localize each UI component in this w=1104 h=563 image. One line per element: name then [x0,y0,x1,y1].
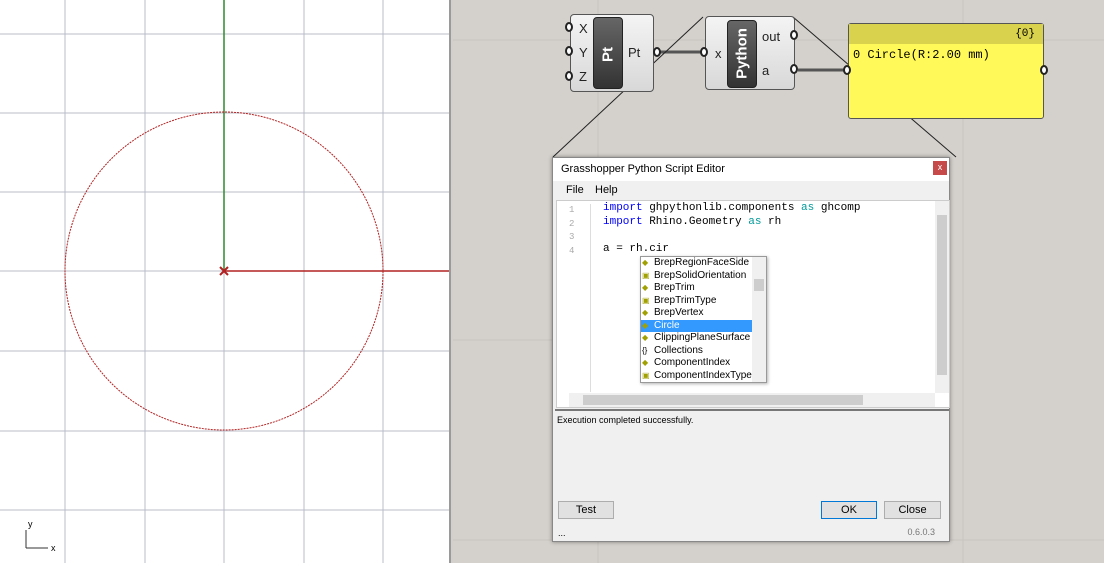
port-panel-in[interactable] [843,65,851,75]
code-line: import ghpythonlib.components as ghcomp [603,202,861,214]
autocomplete-item[interactable]: ▣ BrepSolidOrientation [641,270,753,283]
test-button[interactable]: Test [558,501,614,519]
enum-icon: ▣ [642,295,650,305]
namespace-icon: {} [642,345,648,355]
autocomplete-item[interactable]: ▣ ComponentIndexType [641,370,753,383]
panel-value: Circle(R:2.00 mm) [867,48,990,62]
axis-label-y: y [28,519,33,529]
python-caption: Python [727,20,757,88]
autocomplete-label: BrepTrimType [654,294,717,306]
class-icon: ◆ [642,283,649,292]
code-line: a = rh.cir [603,242,670,255]
horizontal-scrollbar[interactable] [569,393,935,407]
port-y[interactable] [565,46,573,56]
class-icon: ◆ [642,358,649,367]
autocomplete-item[interactable]: ◆ BrepVertex [641,307,753,320]
autocomplete-label: ComponentIndexType [654,369,752,381]
port-out[interactable] [790,30,798,40]
class-icon: ◆ [642,258,649,267]
output-out: out [762,29,781,44]
autocomplete-item[interactable]: ◆ Circle [641,319,753,332]
panel-component[interactable]: {0} 0 Circle(R:2.00 mm) [848,23,1044,119]
autocomplete-scrollbar[interactable] [752,257,766,382]
menu-bar: File Help [553,181,949,199]
python-component[interactable]: x Python out a [705,16,795,90]
line-numbers: 1234 [569,204,591,392]
code-line: import Rhino.Geometry as rh [603,215,782,228]
output-text: Execution completed successfully. [557,415,694,425]
autocomplete-item[interactable]: ◆ BrepRegionFaceSide [641,257,753,270]
enum-icon: ▣ [642,370,650,380]
enum-icon: ▣ [642,270,650,280]
autocomplete-item[interactable]: ◆ BrepTrim [641,282,753,295]
port-x[interactable] [700,47,708,57]
menu-file[interactable]: File [566,184,584,196]
title-bar: Grasshopper Python Script Editor x [553,158,949,181]
input-z: Z [579,69,587,84]
autocomplete-item[interactable]: {} Collections [641,345,753,358]
window-title: Grasshopper Python Script Editor [561,163,725,175]
autocomplete-label: BrepSolidOrientation [654,269,747,281]
autocomplete-item[interactable]: ◆ ClippingPlaneSurface [641,332,753,345]
port-panel-out[interactable] [1040,65,1048,75]
autocomplete-item[interactable]: ▣ BrepTrimType [641,295,753,308]
close-button[interactable]: Close [884,501,941,519]
autocomplete-label: BrepVertex [654,307,704,318]
port-a[interactable] [790,64,798,74]
code-text: import ghpythonlib.components as ghcomp … [603,202,860,256]
panel-index: 0 [853,48,861,62]
input-x: X [579,21,588,36]
rhino-viewport[interactable]: y x [0,0,451,563]
vertical-scrollbar[interactable] [935,201,949,393]
menu-help[interactable]: Help [595,184,618,196]
autocomplete-label: Collections [654,344,703,356]
autocomplete-label: BrepTrim [654,282,695,293]
autocomplete-label: Circle [654,319,680,331]
autocomplete-label: ClippingPlaneSurface [654,332,751,343]
output-pt: Pt [628,45,641,60]
autocomplete-label: ComponentIndex [654,357,731,368]
class-icon: ◆ [642,308,649,317]
output-pane: Execution completed successfully. [555,409,949,491]
axis-label-x: x [51,543,56,553]
autocomplete-list[interactable]: ◆ BrepRegionFaceSide ▣ BrepSolidOrientation… [640,256,767,383]
input-x: x [715,46,722,61]
close-icon[interactable]: x [933,161,947,175]
input-y: Y [579,45,588,60]
ok-button[interactable]: OK [821,501,877,519]
panel-path: {0} [849,24,1043,44]
version-label: 0.6.0.3 [907,527,935,537]
code-editor[interactable]: 1234 import ghpythonlib.components as gh… [556,200,950,408]
python-script-editor: Grasshopper Python Script Editor x File … [552,157,950,542]
viewport-grid [0,0,449,563]
axis-widget-icon [25,530,48,549]
autocomplete-item[interactable]: ◆ ComponentIndex [641,357,753,370]
port-pt[interactable] [653,47,661,57]
pt-caption: Pt [593,17,623,89]
class-icon: ◆ [642,333,649,342]
port-x[interactable] [565,22,573,32]
output-a: a [762,63,770,78]
class-icon: ◆ [642,320,649,330]
port-z[interactable] [565,71,573,81]
construct-point-component[interactable]: X Y Z Pt Pt [570,14,654,92]
autocomplete-label: BrepRegionFaceSide [654,257,750,268]
status-text: ... [558,528,566,538]
